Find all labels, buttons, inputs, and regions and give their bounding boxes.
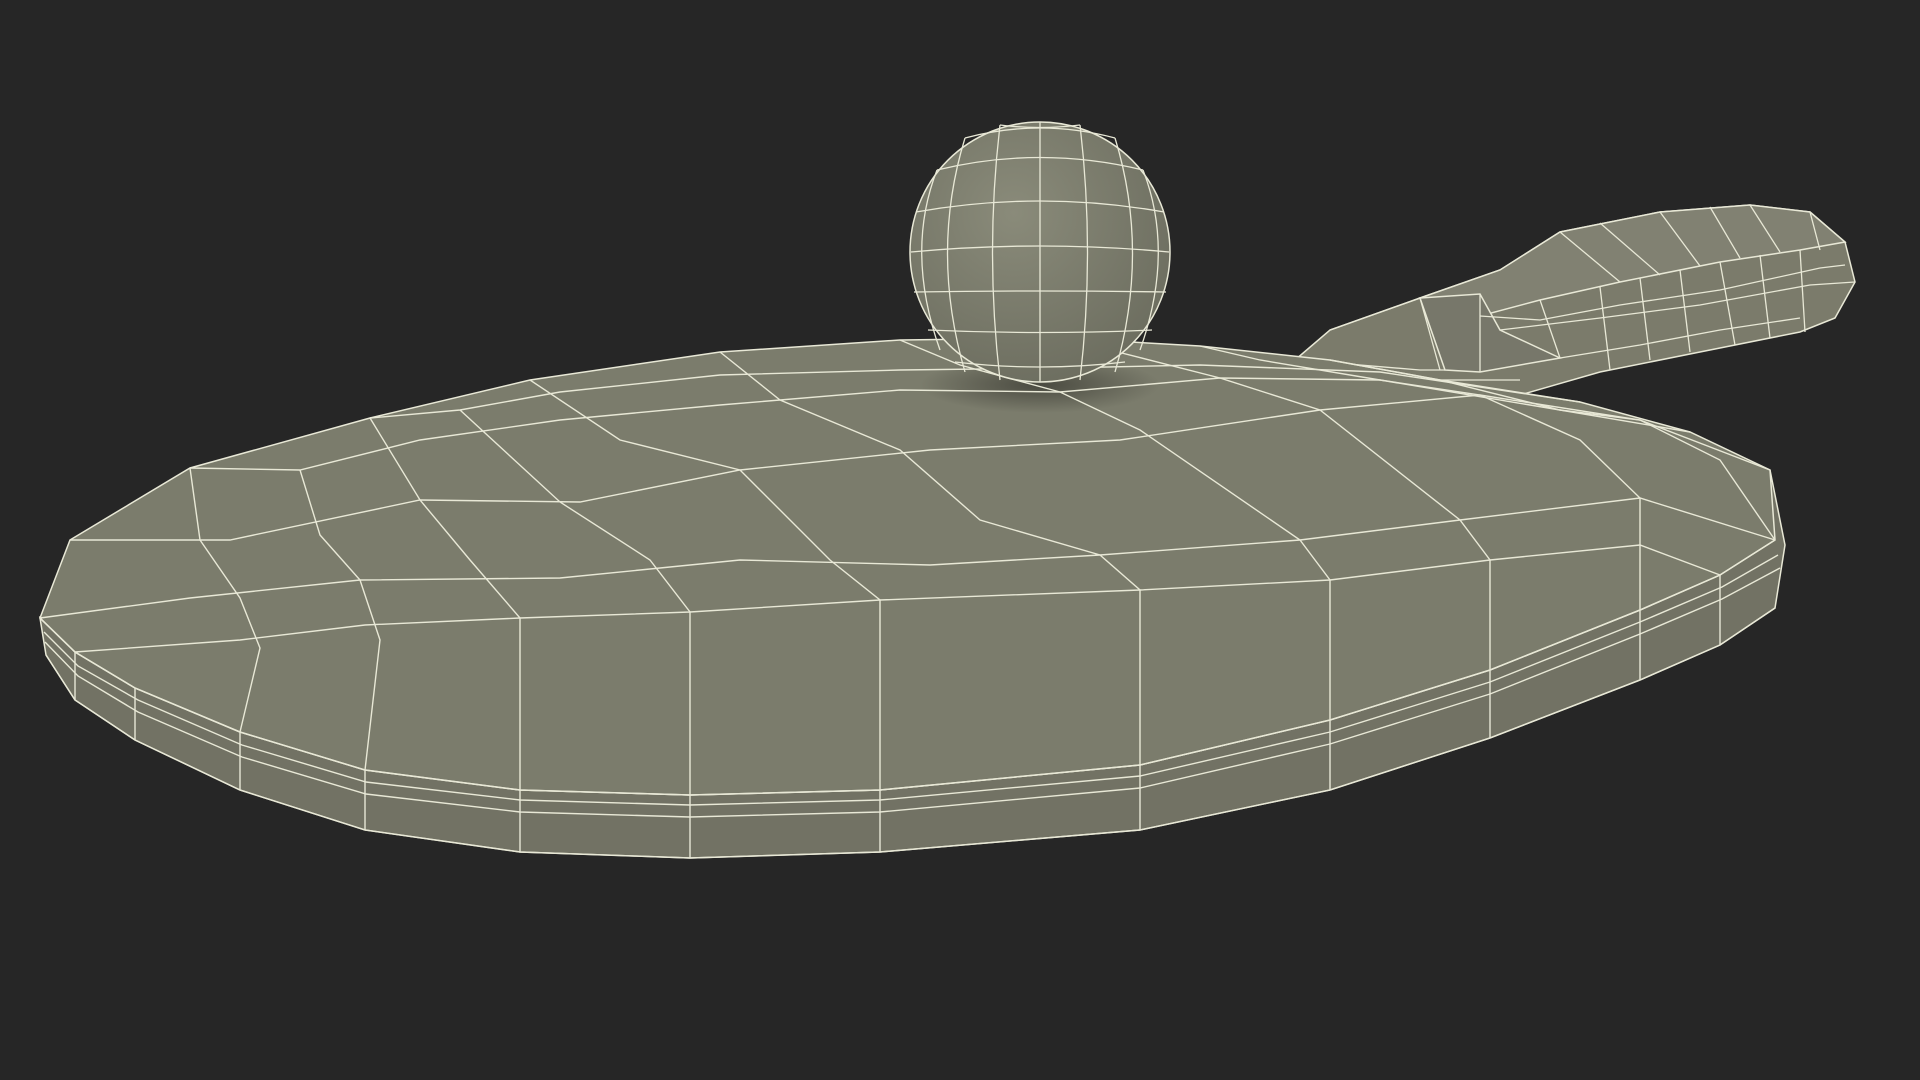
ball xyxy=(909,121,1171,383)
wireframe-viewport xyxy=(0,0,1920,1080)
